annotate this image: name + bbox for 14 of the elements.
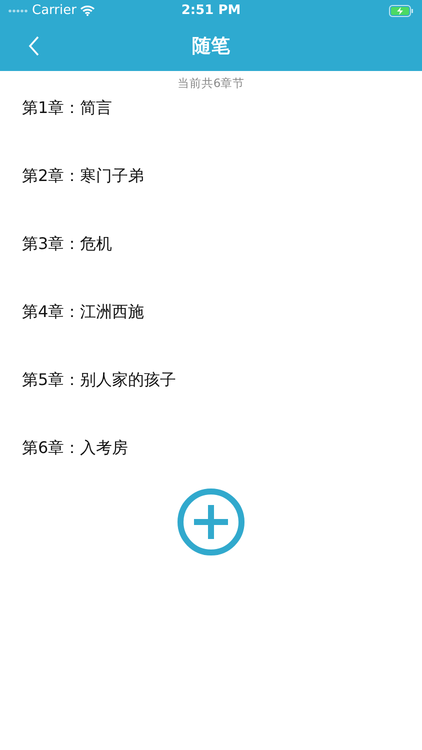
add-button[interactable] bbox=[177, 488, 245, 556]
chapter-item[interactable]: 第3章：危机 bbox=[22, 233, 112, 254]
chapter-item[interactable]: 第5章：别人家的孩子 bbox=[22, 369, 176, 390]
chapter-item[interactable]: 第1章：简言 bbox=[22, 97, 112, 118]
nav-title: 随笔 bbox=[192, 34, 230, 59]
plus-circle-icon bbox=[177, 488, 245, 556]
signal-icon bbox=[8, 8, 28, 12]
chapter-item[interactable]: 第6章：入考房 bbox=[22, 437, 128, 458]
chapter-count: 当前共6章节 bbox=[176, 76, 246, 91]
status-time: 2:51 PM bbox=[181, 3, 241, 18]
carrier-name: Carrier bbox=[32, 3, 76, 18]
chapter-item[interactable]: 第4章：江洲西施 bbox=[22, 301, 144, 322]
wifi-icon bbox=[80, 5, 96, 16]
chapter-item[interactable]: 第2章：寒门子弟 bbox=[22, 165, 144, 186]
